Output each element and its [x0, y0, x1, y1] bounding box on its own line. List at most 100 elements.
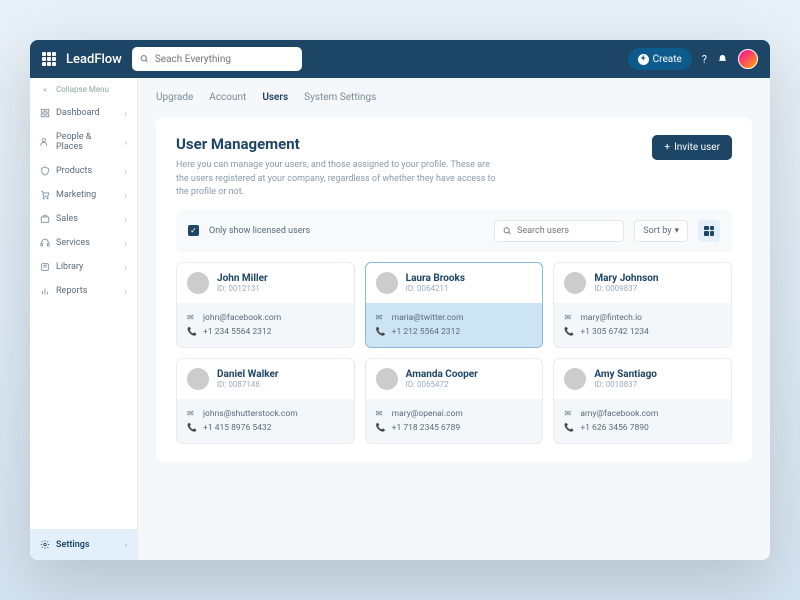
- user-email: amy@facebook.com: [580, 409, 658, 419]
- phone-icon: 📞: [187, 327, 197, 336]
- user-id: ID: 0087146: [217, 380, 279, 389]
- sort-button[interactable]: Sort by▾: [634, 220, 688, 242]
- phone-icon: 📞: [376, 327, 386, 336]
- search-icon: [140, 54, 149, 64]
- user-email: mary@openai.com: [392, 409, 463, 419]
- phone-icon: 📞: [564, 327, 574, 336]
- user-card[interactable]: Daniel WalkerID: 0087146 ✉ johns@shutters…: [176, 358, 355, 444]
- user-phone: +1 234 5564 2312: [203, 327, 271, 337]
- search-users[interactable]: [494, 220, 624, 242]
- global-search-input[interactable]: [155, 54, 294, 65]
- user-card[interactable]: Mary JohnsonID: 0009837 ✉ mary@fintech.io…: [553, 262, 732, 348]
- user-id: ID: 0010837: [594, 380, 657, 389]
- user-card[interactable]: Laura BrooksID: 0064211 ✉ maria@twitter.c…: [365, 262, 544, 348]
- user-card[interactable]: Amy SantiagoID: 0010837 ✉ amy@facebook.co…: [553, 358, 732, 444]
- people-icon: [40, 137, 50, 147]
- user-card[interactable]: John MillerID: 0012131 ✉ john@facebook.co…: [176, 262, 355, 348]
- mail-icon: ✉: [376, 313, 386, 322]
- chevron-down-icon: ▾: [674, 226, 679, 236]
- sidebar-item-people[interactable]: People & Places›: [30, 125, 137, 159]
- headset-icon: [40, 238, 50, 248]
- mail-icon: ✉: [187, 409, 197, 418]
- user-name: Daniel Walker: [217, 369, 279, 380]
- brand-name: LeadFlow: [66, 52, 122, 67]
- user-avatar[interactable]: [738, 49, 758, 69]
- tab-users[interactable]: Users: [262, 92, 288, 103]
- bell-icon[interactable]: [717, 54, 728, 65]
- products-icon: [40, 166, 50, 176]
- user-email: johns@shutterstock.com: [203, 409, 298, 419]
- sidebar-item-reports[interactable]: Reports›: [30, 279, 137, 303]
- user-id: ID: 0009837: [594, 284, 658, 293]
- user-email: maria@twitter.com: [392, 313, 464, 323]
- tab-upgrade[interactable]: Upgrade: [156, 92, 193, 103]
- help-icon[interactable]: ?: [702, 53, 707, 66]
- cart-icon: [40, 190, 50, 200]
- user-name: Amanda Cooper: [406, 369, 478, 380]
- library-icon: [40, 262, 50, 272]
- avatar: [564, 368, 586, 390]
- chart-icon: [40, 286, 50, 296]
- user-name: Amy Santiago: [594, 369, 657, 380]
- sidebar: « Collapse Menu Dashboard› People & Plac…: [30, 78, 138, 560]
- avatar: [376, 272, 398, 294]
- user-email: john@facebook.com: [203, 313, 281, 323]
- gear-icon: [40, 539, 50, 550]
- user-card[interactable]: Amanda CooperID: 0065472 ✉ mary@openai.co…: [365, 358, 544, 444]
- phone-icon: 📞: [187, 423, 197, 432]
- mail-icon: ✉: [564, 409, 574, 418]
- user-cards-grid: John MillerID: 0012131 ✉ john@facebook.co…: [176, 262, 732, 444]
- collapse-menu[interactable]: « Collapse Menu: [30, 78, 137, 101]
- user-id: ID: 0065472: [406, 380, 478, 389]
- main-content: Upgrade Account Users System Settings Us…: [138, 78, 770, 560]
- page-title: User Management: [176, 135, 496, 153]
- create-button[interactable]: + Create: [628, 48, 692, 70]
- licensed-checkbox[interactable]: ✓: [188, 225, 199, 236]
- sidebar-item-marketing[interactable]: Marketing›: [30, 183, 137, 207]
- sidebar-item-sales[interactable]: Sales›: [30, 207, 137, 231]
- user-name: John Miller: [217, 273, 268, 284]
- phone-icon: 📞: [564, 423, 574, 432]
- phone-icon: 📞: [376, 423, 386, 432]
- settings-tabs: Upgrade Account Users System Settings: [156, 92, 752, 103]
- filter-bar: ✓ Only show licensed users Sort by▾: [176, 210, 732, 252]
- licensed-label: Only show licensed users: [209, 226, 310, 236]
- chevron-left-icon: «: [40, 85, 50, 94]
- search-icon: [503, 226, 512, 236]
- user-name: Mary Johnson: [594, 273, 658, 284]
- search-users-input[interactable]: [517, 226, 615, 236]
- grid-view-button[interactable]: [698, 220, 720, 242]
- page-subtitle: Here you can manage your users, and thos…: [176, 159, 496, 200]
- invite-user-button[interactable]: + Invite user: [652, 135, 732, 160]
- dashboard-icon: [40, 108, 50, 118]
- mail-icon: ✉: [187, 313, 197, 322]
- sidebar-item-dashboard[interactable]: Dashboard›: [30, 101, 137, 125]
- sidebar-item-settings[interactable]: Settings›: [30, 529, 137, 560]
- sidebar-item-services[interactable]: Services›: [30, 231, 137, 255]
- global-search[interactable]: [132, 47, 302, 71]
- plus-icon: +: [638, 54, 649, 65]
- avatar: [187, 272, 209, 294]
- sidebar-item-library[interactable]: Library›: [30, 255, 137, 279]
- apps-icon[interactable]: [42, 52, 56, 66]
- sidebar-item-products[interactable]: Products›: [30, 159, 137, 183]
- user-id: ID: 0064211: [406, 284, 465, 293]
- user-phone: +1 305 6742 1234: [580, 327, 648, 337]
- mail-icon: ✉: [564, 313, 574, 322]
- user-id: ID: 0012131: [217, 284, 268, 293]
- user-phone: +1 415 8976 5432: [203, 423, 271, 433]
- mail-icon: ✉: [376, 409, 386, 418]
- tab-system-settings[interactable]: System Settings: [304, 92, 376, 103]
- user-management-panel: User Management Here you can manage your…: [156, 117, 752, 462]
- tab-account[interactable]: Account: [209, 92, 246, 103]
- grid-icon: [704, 226, 714, 236]
- avatar: [564, 272, 586, 294]
- briefcase-icon: [40, 214, 50, 224]
- user-phone: +1 718 2345 6789: [392, 423, 460, 433]
- user-name: Laura Brooks: [406, 273, 465, 284]
- avatar: [187, 368, 209, 390]
- topbar: LeadFlow + Create ?: [30, 40, 770, 78]
- avatar: [376, 368, 398, 390]
- user-phone: +1 212 5564 2312: [392, 327, 460, 337]
- user-email: mary@fintech.io: [580, 313, 642, 323]
